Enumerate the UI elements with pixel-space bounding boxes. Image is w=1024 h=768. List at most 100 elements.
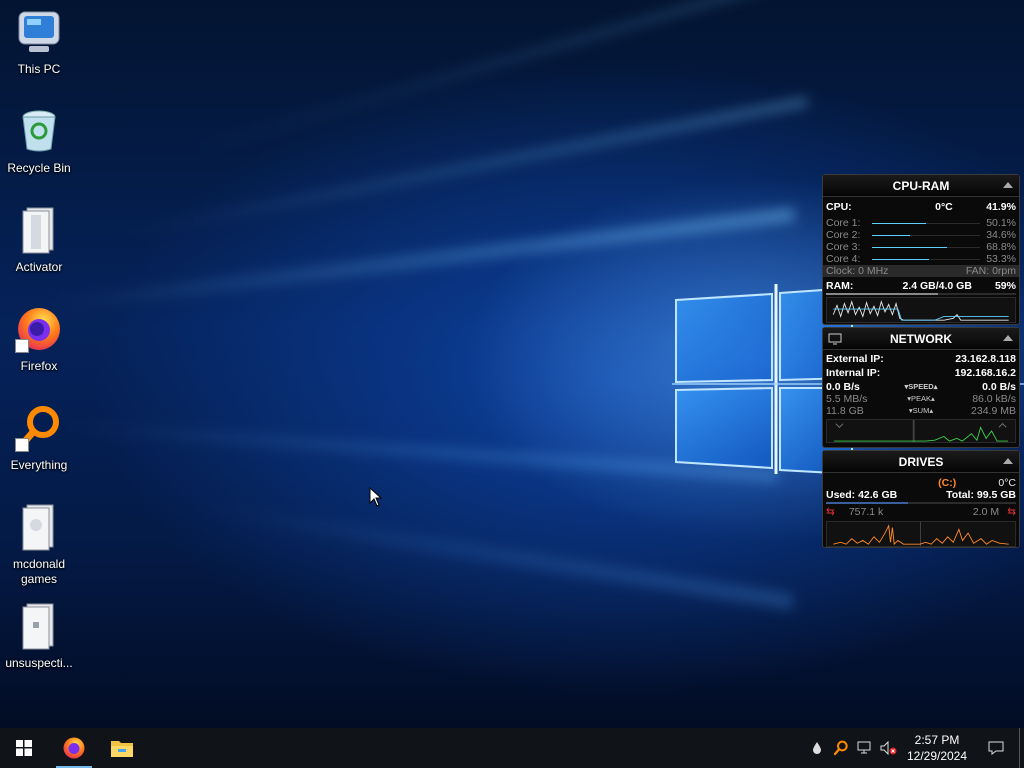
core-value: 50.1% bbox=[986, 217, 1016, 229]
taskbar-file-explorer-button[interactable] bbox=[98, 728, 146, 768]
core-row: Core 2: 34.6% bbox=[823, 229, 1019, 241]
desktop-icon-label: Everything bbox=[10, 458, 68, 472]
network-header[interactable]: NETWORK bbox=[823, 328, 1019, 350]
speed-down: 0.0 B/s bbox=[826, 381, 860, 393]
desktop-icon-firefox[interactable]: Firefox bbox=[2, 301, 76, 393]
peak-label: ▾PEAK▴ bbox=[907, 394, 935, 403]
folder-icon bbox=[15, 206, 63, 254]
drive-read: 757.1 k bbox=[848, 506, 884, 518]
core-label: Core 3: bbox=[826, 241, 861, 253]
sum-down: 11.8 GB bbox=[826, 405, 864, 417]
desktop-icon-activator[interactable]: Activator bbox=[2, 202, 76, 294]
drive-activity-graph bbox=[826, 521, 1016, 547]
shortcut-arrow-icon bbox=[15, 339, 29, 353]
collapse-caret-icon[interactable] bbox=[1003, 182, 1013, 188]
external-ip-value: 23.162.8.118 bbox=[955, 353, 1016, 365]
sum-up: 234.9 MB bbox=[971, 405, 1016, 417]
clock-fan-row: Clock: 0 MHz FAN: 0rpm bbox=[823, 265, 1019, 277]
windows-start-icon bbox=[16, 740, 32, 756]
desktop-icon-this-pc[interactable]: This PC bbox=[2, 4, 76, 96]
sum-label: ▾SUM▴ bbox=[908, 406, 934, 415]
taskbar-clock[interactable]: 2:57 PM 12/29/2024 bbox=[901, 732, 973, 764]
tray-everything-icon[interactable] bbox=[829, 728, 853, 768]
internal-ip-value: 192.168.16.2 bbox=[954, 367, 1016, 379]
desktop-icon-label: Activator bbox=[15, 260, 63, 274]
desktop-icon-label: mcdonald games bbox=[12, 557, 66, 586]
gadget-title: CPU-RAM bbox=[892, 178, 950, 193]
cpu-percent: 41.9% bbox=[986, 201, 1016, 213]
wallpaper-beam bbox=[198, 500, 794, 610]
cpu-row: CPU: 0°C 41.9% bbox=[823, 201, 1019, 213]
fan-speed: FAN: 0rpm bbox=[965, 265, 1016, 277]
ram-percent: 59% bbox=[994, 280, 1016, 292]
ram-row: RAM: 2.4 GB/4.0 GB 59% bbox=[823, 280, 1019, 292]
cpu-ram-gadget[interactable]: CPU-RAM CPU: 0°C 41.9% Core 1: 50.1% Cor… bbox=[822, 174, 1020, 325]
core-label: Core 4: bbox=[826, 253, 861, 265]
network-history-graph bbox=[826, 419, 1016, 443]
desktop-icon-everything[interactable]: Everything bbox=[2, 400, 76, 492]
mouse-cursor-icon bbox=[369, 487, 383, 507]
firefox-icon bbox=[15, 305, 63, 353]
system-tray: 2:57 PM 12/29/2024 bbox=[805, 728, 1024, 768]
collapse-caret-icon[interactable] bbox=[1003, 335, 1013, 341]
desktop-icon-label: unsuspecti... bbox=[5, 656, 73, 670]
drive-temp: 0°C bbox=[998, 477, 1016, 489]
core-load-bar bbox=[872, 222, 981, 224]
cpu-ram-header[interactable]: CPU-RAM bbox=[823, 175, 1019, 197]
core-label: Core 2: bbox=[826, 229, 861, 241]
recycle-bin-icon bbox=[15, 107, 63, 155]
wallpaper-beam bbox=[178, 0, 806, 158]
drive-total: Total: 99.5 GB bbox=[946, 489, 1016, 501]
core-load-bar bbox=[872, 258, 981, 260]
desktop-icon-label: Firefox bbox=[20, 359, 58, 373]
start-button[interactable] bbox=[0, 728, 48, 768]
wallpaper-beam bbox=[59, 420, 779, 483]
gadget-title: DRIVES bbox=[898, 454, 944, 469]
action-center-button[interactable] bbox=[973, 728, 1019, 768]
desktop-icon-mcdonald-games[interactable]: mcdonald games bbox=[2, 499, 76, 591]
collapse-caret-icon[interactable] bbox=[1003, 458, 1013, 464]
core-row: Core 1: 50.1% bbox=[823, 217, 1019, 229]
clock-date: 12/29/2024 bbox=[906, 749, 968, 763]
clock-time: 2:57 PM bbox=[914, 733, 960, 747]
cpu-temp: 0°C bbox=[935, 201, 953, 213]
drive-usage-bar bbox=[826, 502, 1016, 504]
desktop-icon-recycle-bin[interactable]: Recycle Bin bbox=[2, 103, 76, 195]
notification-icon bbox=[988, 741, 1004, 755]
drive-read-icon: ⇆ bbox=[826, 506, 835, 518]
speed-label: ▾SPEED▴ bbox=[904, 382, 938, 391]
ram-label: RAM: bbox=[826, 280, 854, 292]
core-value: 68.8% bbox=[986, 241, 1016, 253]
desktop[interactable]: This PC Recycle Bin Activator Firefox Ev… bbox=[0, 0, 1024, 728]
drives-gadget[interactable]: DRIVES (C:) 0°C Used: 42.6 GB Total: 99.… bbox=[822, 450, 1020, 548]
core-label: Core 1: bbox=[826, 217, 861, 229]
cpu-label: CPU: bbox=[826, 201, 852, 213]
network-gadget[interactable]: NETWORK External IP: 23.162.8.118 Intern… bbox=[822, 327, 1020, 448]
core-value: 53.3% bbox=[986, 253, 1016, 265]
shortcut-arrow-icon bbox=[15, 438, 29, 452]
taskbar[interactable]: 2:57 PM 12/29/2024 bbox=[0, 728, 1024, 768]
core-load-bar bbox=[872, 234, 981, 236]
tray-volume-muted-icon[interactable] bbox=[877, 728, 901, 768]
core-row: Core 3: 68.8% bbox=[823, 241, 1019, 253]
everything-search-icon bbox=[15, 404, 63, 452]
desktop-icon-unsuspecting[interactable]: unsuspecti... bbox=[2, 598, 76, 690]
drive-io-row: ⇆ 757.1 k 2.0 M ⇆ bbox=[823, 506, 1019, 518]
drive-usage-row: Used: 42.6 GB Total: 99.5 GB bbox=[823, 489, 1019, 501]
drive-write-icon: ⇆ bbox=[1007, 506, 1016, 518]
cpu-history-graph bbox=[826, 297, 1016, 323]
drive-letter-row: (C:) 0°C bbox=[823, 477, 1019, 489]
tray-network-icon[interactable] bbox=[853, 728, 877, 768]
internal-ip-label: Internal IP: bbox=[826, 367, 881, 379]
gadget-title: NETWORK bbox=[890, 331, 952, 346]
peak-up: 86.0 kB/s bbox=[972, 393, 1016, 405]
drives-header[interactable]: DRIVES bbox=[823, 451, 1019, 473]
show-desktop-button[interactable] bbox=[1019, 728, 1024, 768]
peak-row: 5.5 MB/s ▾PEAK▴ 86.0 kB/s bbox=[823, 393, 1019, 405]
peak-down: 5.5 MB/s bbox=[826, 393, 868, 405]
external-ip-label: External IP: bbox=[826, 353, 884, 365]
speed-up: 0.0 B/s bbox=[982, 381, 1016, 393]
tray-droplet-icon[interactable] bbox=[805, 728, 829, 768]
taskbar-firefox-button[interactable] bbox=[50, 728, 98, 768]
desktop-icon-label: This PC bbox=[17, 62, 61, 76]
